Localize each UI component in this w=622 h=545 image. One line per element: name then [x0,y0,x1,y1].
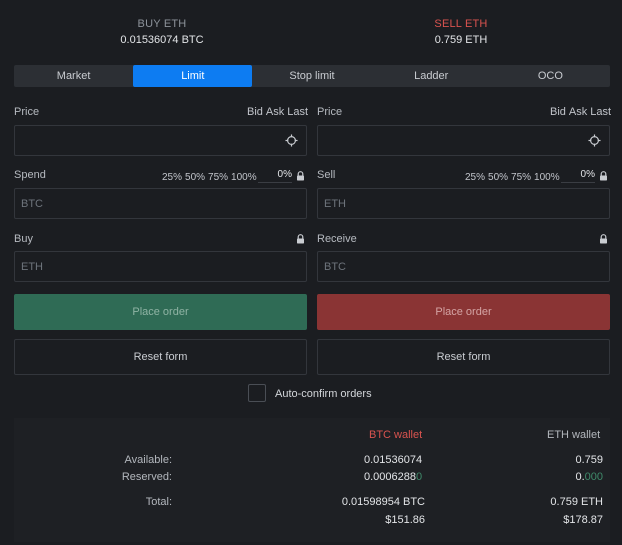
buy-pct-50[interactable]: 50% [185,172,205,183]
sell-spend-field[interactable] [317,188,610,219]
sell-title: SELL ETH [434,18,488,30]
sell-percent-input[interactable]: 0% [561,169,595,183]
buy-receive-field[interactable] [14,251,307,282]
eth-reserved: 0.000 [500,471,603,483]
eth-reserved-main: 0. [575,471,585,483]
tab-ladder[interactable]: Ladder [372,65,491,87]
buy-header: BUY ETH 0.01536074 BTC [62,18,262,46]
sell-price-label: Price [317,106,343,118]
sell-spend-label: Sell [317,169,336,181]
total-label: Total: [145,496,172,508]
buy-place-order-button[interactable]: Place order [14,294,307,330]
buy-pct-25[interactable]: 25% [162,172,182,183]
lock-icon[interactable] [296,171,305,181]
sell-percent-buttons: 25% 50% 75% 100% [462,172,560,183]
auto-confirm-checkbox[interactable] [248,384,266,402]
percent-sign: % [283,169,292,180]
sell-last-link[interactable]: Last [590,106,611,118]
btc-available: 0.01536074 [364,454,423,466]
buy-price-input[interactable] [15,126,306,155]
buy-spend-label: Spend [14,169,46,181]
btc-total-usd: $151.86 [385,514,425,526]
auto-confirm-label[interactable]: Auto-confirm orders [275,388,372,400]
sell-spend-input[interactable] [318,189,609,218]
tab-stop-limit[interactable]: Stop limit [252,65,371,87]
tab-oco[interactable]: OCO [491,65,610,87]
sell-price-field[interactable] [317,125,610,156]
buy-title: BUY ETH [137,18,187,30]
btc-reserved-main: 0.0006288 [364,471,416,483]
sell-reset-form-button[interactable]: Reset form [317,339,610,375]
buy-price-field[interactable] [14,125,307,156]
sell-pct-25[interactable]: 25% [465,172,485,183]
buy-last-link[interactable]: Last [287,106,308,118]
buy-price-label: Price [14,106,40,118]
sell-header: SELL ETH 0.759 ETH [361,18,561,46]
eth-total: 0.759 ETH [550,496,603,508]
sell-price-input[interactable] [318,126,609,155]
buy-spend-field[interactable] [14,188,307,219]
eth-available: 0.759 [575,454,603,466]
order-type-tabs: Market Limit Stop limit Ladder OCO [14,65,610,87]
buy-amount: 0.01536074 BTC [120,34,204,46]
sell-pct-50[interactable]: 50% [488,172,508,183]
btc-reserved: 0.00062880 [364,471,422,483]
lock-icon[interactable] [599,171,608,181]
buy-bid-link[interactable]: Bid [247,106,263,118]
lock-icon[interactable] [599,234,608,244]
sell-bid-link[interactable]: Bid [550,106,566,118]
sell-pct-75[interactable]: 75% [511,172,531,183]
crosshair-icon[interactable] [588,134,601,147]
buy-price-links: Bid Ask Last [244,106,308,118]
tab-market[interactable]: Market [14,65,133,87]
btc-total: 0.01598954 BTC [341,496,425,508]
eth-wallet-header: ETH wallet [547,429,601,441]
btc-wallet-header: BTC wallet [369,429,423,441]
sell-receive-label: Receive [317,233,357,245]
sell-receive-input[interactable] [318,252,609,281]
buy-percent-input[interactable]: 0% [258,169,292,183]
sell-price-links: Bid Ask Last [547,106,611,118]
sell-receive-field[interactable] [317,251,610,282]
sell-place-order-button[interactable]: Place order [317,294,610,330]
tab-limit[interactable]: Limit [133,65,253,87]
sell-pct-100[interactable]: 100% [534,172,560,183]
buy-ask-link[interactable]: Ask [266,106,284,118]
reserved-label: Reserved: [121,471,172,483]
available-label: Available: [124,454,173,466]
buy-reset-form-button[interactable]: Reset form [14,339,307,375]
eth-reserved-tail: 000 [584,471,603,483]
btc-reserved-tail: 0 [416,471,423,483]
percent-sign: % [586,169,595,180]
sell-amount: 0.759 ETH [434,34,488,46]
buy-pct-100[interactable]: 100% [231,172,257,183]
buy-receive-input[interactable] [15,252,306,281]
buy-receive-label: Buy [14,233,33,245]
eth-total-usd: $178.87 [563,514,603,526]
lock-icon[interactable] [296,234,305,244]
buy-pct-75[interactable]: 75% [208,172,228,183]
buy-spend-input[interactable] [15,189,306,218]
buy-percent-buttons: 25% 50% 75% 100% [159,172,257,183]
sell-ask-link[interactable]: Ask [569,106,587,118]
crosshair-icon[interactable] [285,134,298,147]
